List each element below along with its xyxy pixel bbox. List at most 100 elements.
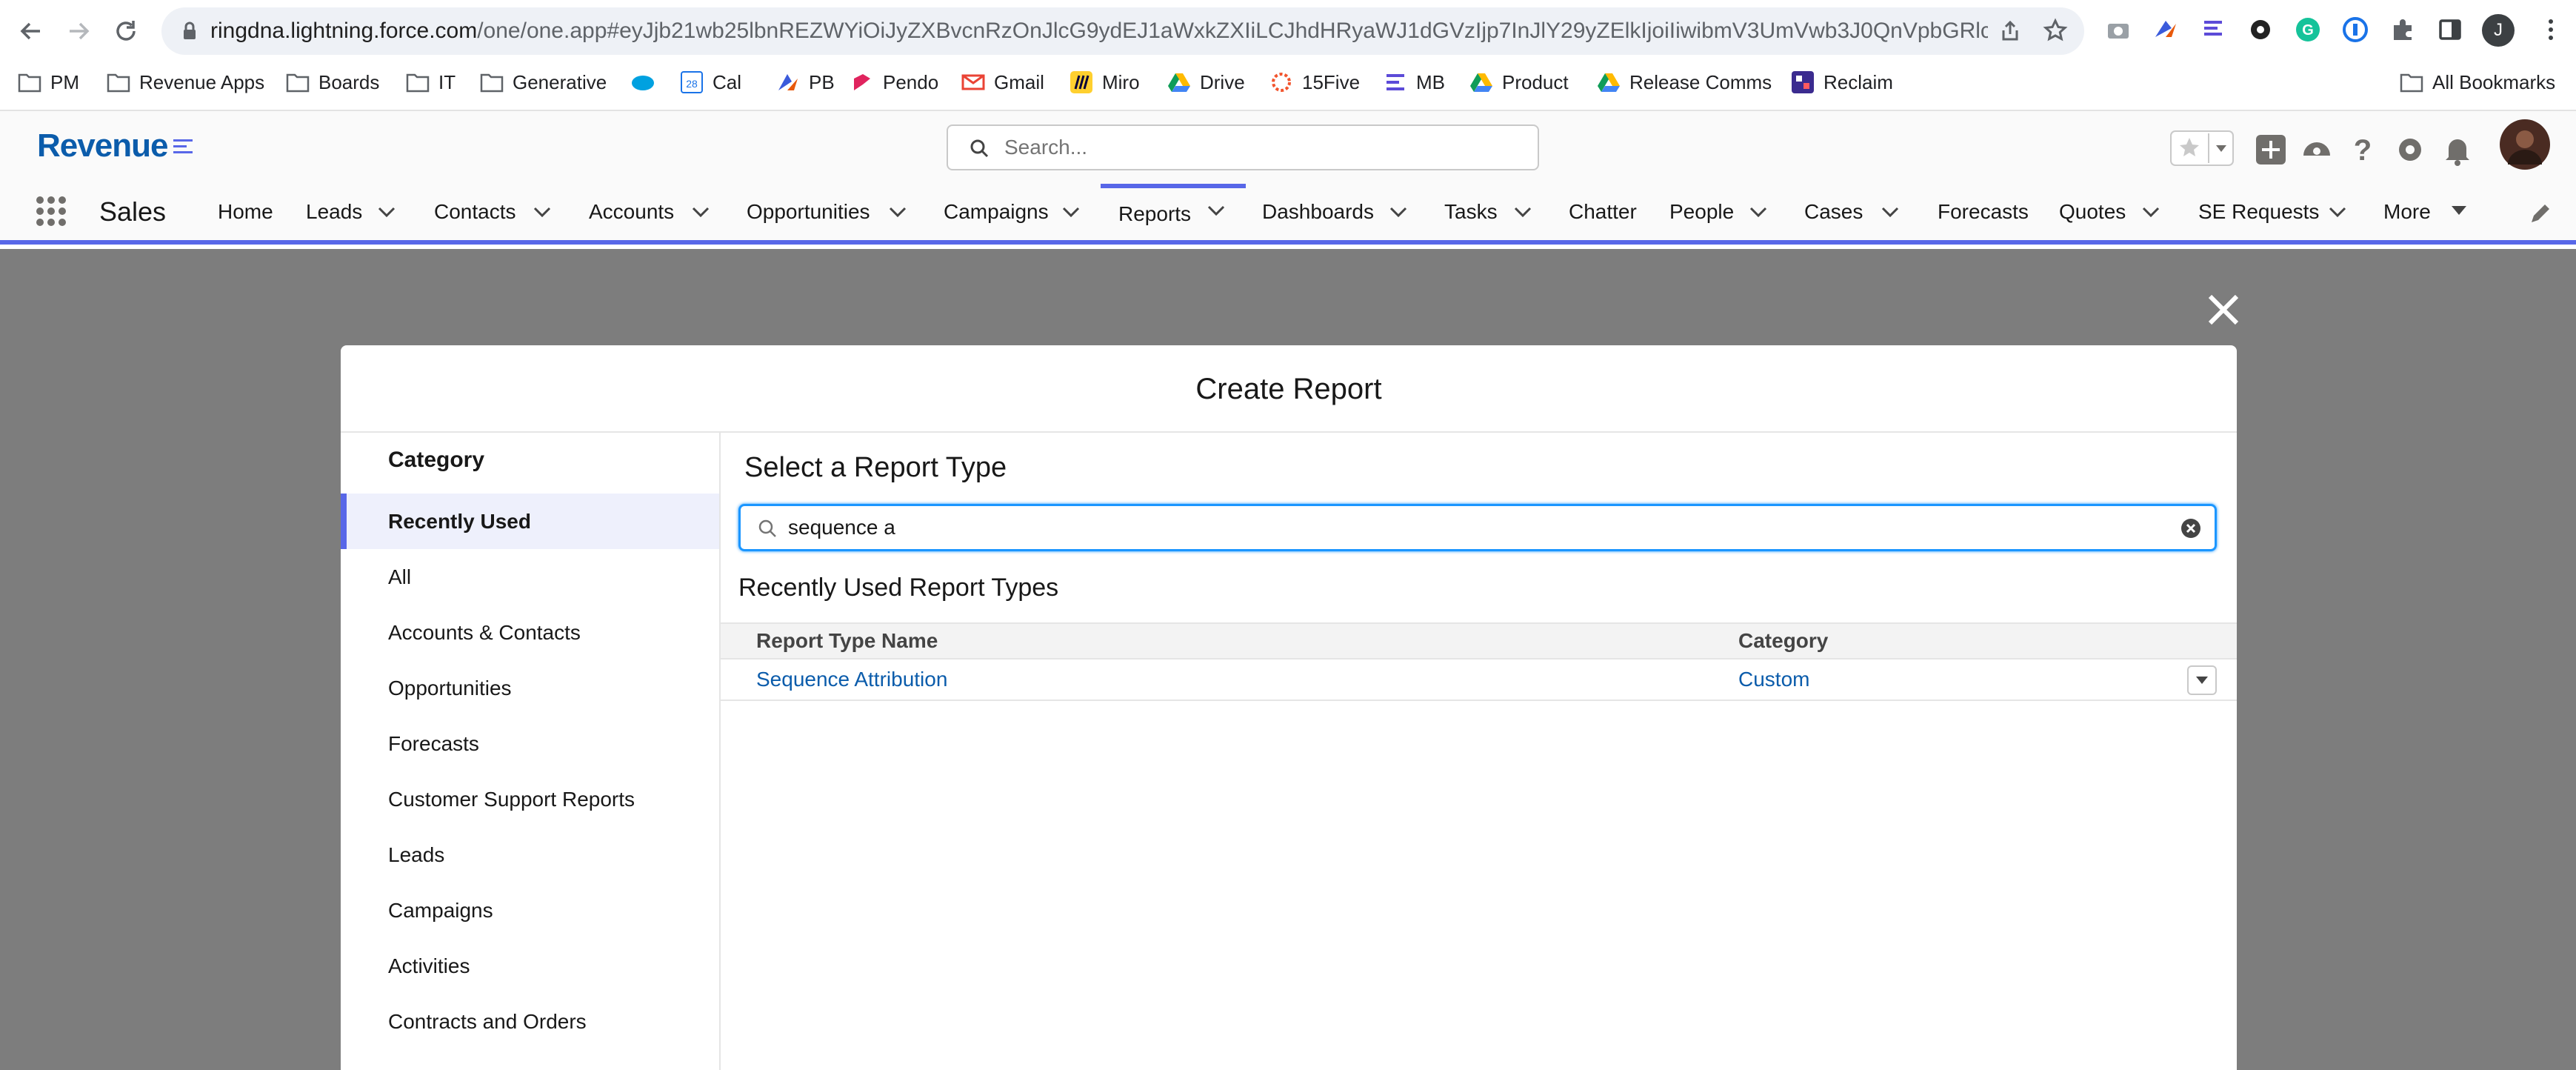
bookmark-reclaim[interactable]: Reclaim	[1791, 65, 1893, 99]
notifications-bell-icon[interactable]	[2441, 133, 2474, 166]
chevron-down-icon[interactable]	[1389, 206, 1407, 218]
caret-down-icon[interactable]	[2450, 205, 2468, 216]
bookmark-salesforce[interactable]	[631, 65, 664, 99]
table-row[interactable]: Sequence Attribution Custom	[721, 659, 2237, 701]
bookmarks-bar: PM Revenue Apps Boards IT Generative 28 C…	[0, 65, 2576, 99]
nav-opportunities[interactable]: Opportunities	[747, 184, 870, 240]
chevron-down-icon[interactable]	[692, 206, 710, 218]
nav-se-requests[interactable]: SE Requests	[2198, 184, 2319, 240]
mb-extension-icon[interactable]	[2198, 15, 2228, 44]
category-contracts-and-orders[interactable]: Contracts and Orders	[341, 994, 719, 1049]
trailhead-icon[interactable]	[2300, 133, 2333, 166]
chevron-down-icon[interactable]	[1749, 206, 1767, 218]
setup-gear-icon[interactable]	[2394, 133, 2426, 166]
category-opportunities[interactable]: Opportunities	[341, 660, 719, 716]
bookmark-gmail[interactable]: Gmail	[961, 65, 1044, 99]
nav-people[interactable]: People	[1669, 184, 1734, 240]
bookmark-pm[interactable]: PM	[18, 65, 79, 99]
category-customer-support-reports[interactable]: Customer Support Reports	[341, 771, 719, 827]
bookmark-product[interactable]: Product	[1469, 65, 1569, 99]
bookmark-pendo[interactable]: Pendo	[850, 65, 938, 99]
chevron-down-icon[interactable]	[378, 206, 396, 218]
row-actions-dropdown[interactable]	[2187, 665, 2217, 695]
nav-dashboards[interactable]: Dashboards	[1262, 184, 1374, 240]
chevron-down-icon[interactable]	[1881, 206, 1899, 218]
close-icon[interactable]	[2206, 292, 2241, 328]
reload-icon[interactable]	[111, 16, 141, 46]
bookmark-generative[interactable]: Generative	[480, 65, 607, 99]
side-panel-icon[interactable]	[2435, 15, 2465, 44]
global-actions-add-icon[interactable]	[2255, 133, 2287, 166]
chevron-down-icon[interactable]	[2329, 206, 2346, 218]
back-arrow-icon[interactable]	[16, 16, 46, 46]
bookmark-it[interactable]: IT	[406, 65, 456, 99]
bookmark-miro[interactable]: Miro	[1070, 65, 1140, 99]
bookmark-drive[interactable]: Drive	[1167, 65, 1245, 99]
camera-icon[interactable]	[2103, 15, 2133, 44]
nav-accounts[interactable]: Accounts	[589, 184, 674, 240]
nav-leads[interactable]: Leads	[306, 184, 362, 240]
user-avatar[interactable]	[2499, 119, 2551, 170]
favorites-button[interactable]	[2170, 130, 2234, 166]
miro-icon	[1070, 70, 1093, 94]
all-bookmarks[interactable]: All Bookmarks	[2400, 65, 2555, 99]
global-header: Revenue Search... ?	[0, 111, 2576, 184]
chevron-down-icon[interactable]	[1207, 205, 1225, 216]
app-logo[interactable]: Revenue	[37, 127, 194, 165]
nav-campaigns[interactable]: Campaigns	[944, 184, 1049, 240]
password-extension-icon[interactable]	[2340, 15, 2370, 44]
bookmark-release-comms[interactable]: Release Comms	[1597, 65, 1772, 99]
nav-tasks[interactable]: Tasks	[1444, 184, 1498, 240]
bookmark-boards[interactable]: Boards	[286, 65, 379, 99]
category-all[interactable]: All	[341, 549, 719, 605]
chevron-down-icon[interactable]	[1514, 206, 1532, 218]
column-report-type-name[interactable]: Report Type Name	[756, 624, 938, 658]
nav-more[interactable]: More	[2383, 184, 2431, 240]
global-search-input[interactable]: Search...	[947, 124, 1539, 170]
category-accounts-contacts[interactable]: Accounts & Contacts	[341, 605, 719, 660]
search-icon	[757, 518, 778, 539]
chevron-down-icon[interactable]	[889, 206, 907, 218]
chevron-down-icon[interactable]	[533, 206, 551, 218]
kebab-menu-icon[interactable]	[2536, 15, 2566, 44]
edit-pencil-icon[interactable]	[2529, 203, 2551, 225]
bookmark-cal[interactable]: 28 Cal	[680, 65, 741, 99]
nav-cases[interactable]: Cases	[1804, 184, 1863, 240]
address-bar[interactable]: ringdna.lightning.force.com/one/one.app#…	[161, 7, 2084, 55]
bookmark-pb[interactable]: PB	[776, 65, 835, 99]
puzzle-extensions-icon[interactable]	[2388, 15, 2417, 44]
gear-extension-icon[interactable]	[2246, 15, 2275, 44]
site-info-icon[interactable]	[179, 21, 200, 41]
nav-contacts[interactable]: Contacts	[434, 184, 516, 240]
clear-search-icon[interactable]	[2180, 518, 2201, 539]
pb-extension-icon[interactable]	[2151, 15, 2180, 44]
chevron-down-icon[interactable]	[2142, 206, 2160, 218]
app-launcher-icon[interactable]	[36, 196, 67, 227]
calendar-icon: 28	[680, 70, 704, 94]
report-type-link[interactable]: Sequence Attribution	[756, 659, 947, 700]
grammarly-icon[interactable]: G	[2293, 15, 2323, 44]
nav-forecasts[interactable]: Forecasts	[1938, 184, 2029, 240]
category-recently-used[interactable]: Recently Used	[341, 494, 719, 549]
category-activities[interactable]: Activities	[341, 938, 719, 994]
chevron-down-icon[interactable]	[1062, 206, 1080, 218]
category-campaigns[interactable]: Campaigns	[341, 883, 719, 938]
nav-chatter[interactable]: Chatter	[1569, 184, 1637, 240]
forward-arrow-icon[interactable]	[64, 16, 93, 46]
bookmark-star-icon[interactable]	[2043, 18, 2068, 43]
nav-home[interactable]: Home	[218, 184, 273, 240]
report-type-search-input[interactable]: sequence a	[738, 504, 2217, 551]
bookmark-mb[interactable]: MB	[1384, 65, 1445, 99]
bookmark-15five[interactable]: 15Five	[1269, 65, 1360, 99]
column-category[interactable]: Category	[1738, 624, 1828, 658]
category-leads[interactable]: Leads	[341, 827, 719, 883]
category-forecasts[interactable]: Forecasts	[341, 716, 719, 771]
drive-icon	[1167, 70, 1191, 94]
report-category-link[interactable]: Custom	[1738, 659, 1809, 700]
bookmark-revenue-apps[interactable]: Revenue Apps	[107, 65, 264, 99]
help-icon[interactable]: ?	[2346, 133, 2379, 166]
nav-quotes[interactable]: Quotes	[2059, 184, 2126, 240]
profile-avatar[interactable]: J	[2481, 13, 2515, 47]
salesforce-cloud-icon	[631, 70, 655, 94]
share-icon[interactable]	[1998, 19, 2022, 43]
